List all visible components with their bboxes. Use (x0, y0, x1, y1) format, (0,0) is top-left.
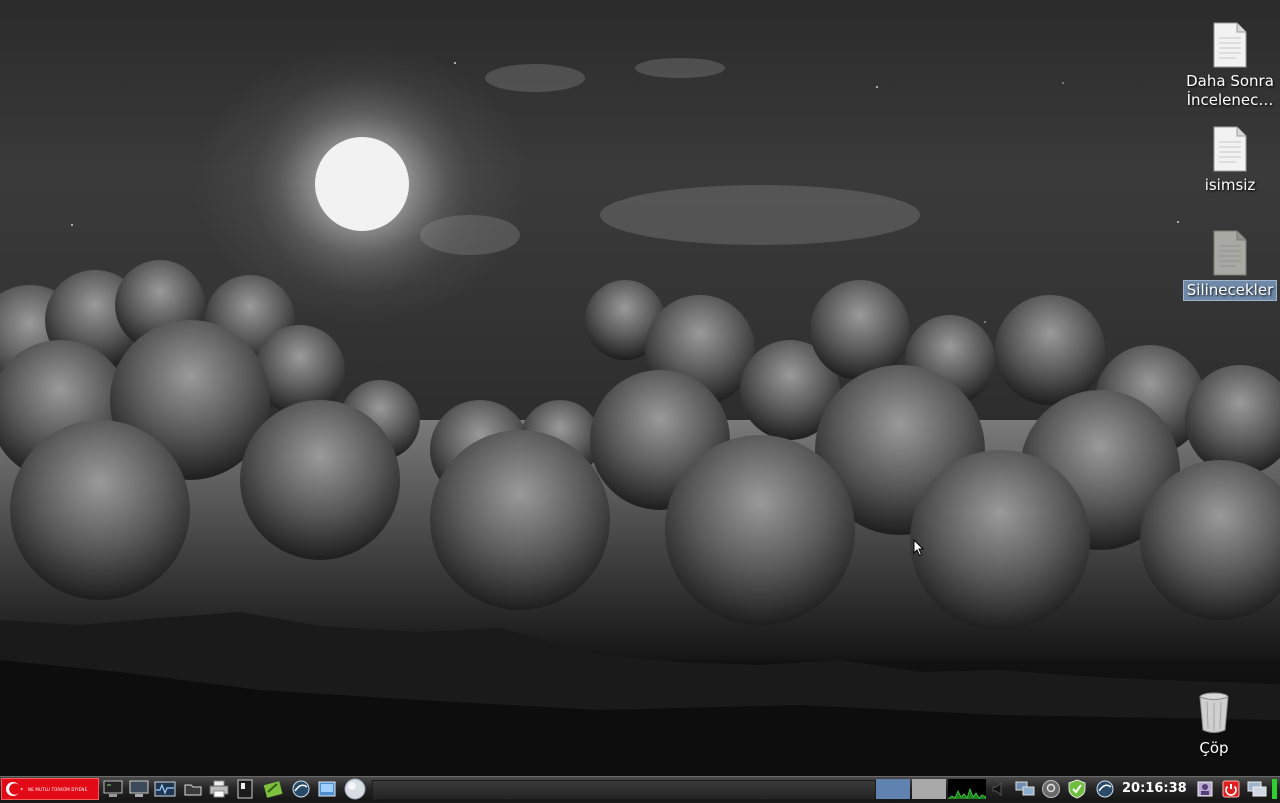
network-globe-icon[interactable] (290, 779, 312, 799)
text-document-icon (1212, 126, 1248, 172)
volume-icon[interactable] (988, 779, 1010, 799)
file-manager-icon[interactable] (182, 779, 204, 799)
user-icon[interactable] (1194, 779, 1216, 799)
desktop-icon-label: isimsiz (1204, 176, 1256, 194)
desktop-icon-daha-sonra[interactable]: Daha Sonra İncelenec… (1180, 22, 1280, 110)
start-menu-button[interactable]: NE MUTLU TÜRKÜM DİYENE (1, 778, 99, 800)
update-icon[interactable] (1094, 779, 1116, 799)
taskbar: NE MUTLU TÜRKÜM DİYENE 20:16:38 (0, 776, 1280, 801)
password-icon[interactable] (1040, 779, 1062, 799)
web-browser-icon[interactable] (344, 778, 366, 800)
power-icon[interactable] (1220, 779, 1242, 799)
mouse-pointer-icon (913, 538, 925, 561)
image-viewer-icon[interactable] (316, 779, 338, 799)
clock[interactable]: 20:16:38 (1122, 780, 1187, 798)
terminal-icon[interactable] (102, 779, 124, 799)
moon (315, 137, 409, 231)
start-slogan: NE MUTLU TÜRKÜM DİYENE (28, 786, 88, 792)
desktop-icon-silinecekler[interactable]: Silinecekler (1180, 230, 1280, 301)
workspace-1-button[interactable] (876, 779, 910, 799)
desktop-icon-label: Daha Sonra İncelenec… (1186, 72, 1274, 109)
desktop-icon-isimsiz[interactable]: isimsiz (1180, 126, 1280, 195)
monitor-icon[interactable] (128, 779, 150, 799)
trash-icon (1198, 692, 1230, 734)
wallpaper-art (0, 58, 1280, 776)
activity-indicator (1272, 779, 1277, 799)
show-desktop-icon[interactable] (1246, 779, 1268, 799)
text-document-icon (1212, 22, 1248, 68)
security-shield-icon[interactable] (1066, 779, 1088, 799)
cloud-bank (0, 260, 1280, 660)
system-monitor-icon[interactable] (154, 779, 176, 799)
workspace-2-button[interactable] (912, 779, 946, 799)
high-clouds (420, 58, 920, 255)
graphics-icon[interactable] (262, 779, 284, 799)
desktop-icon-label: Çöp (1199, 739, 1229, 757)
desktop-icon-cop[interactable]: Çöp (1164, 692, 1264, 758)
desktop-wallpaper (0, 0, 1280, 776)
printer-icon[interactable] (208, 779, 230, 799)
text-document-icon (1212, 230, 1248, 276)
cpu-usage-graph (948, 779, 986, 799)
task-list[interactable] (372, 780, 876, 800)
turkish-flag-icon (4, 779, 26, 799)
network-icon[interactable] (1014, 779, 1036, 799)
text-editor-icon[interactable] (234, 779, 256, 799)
desktop-icon-label: Silinecekler (1182, 280, 1278, 301)
